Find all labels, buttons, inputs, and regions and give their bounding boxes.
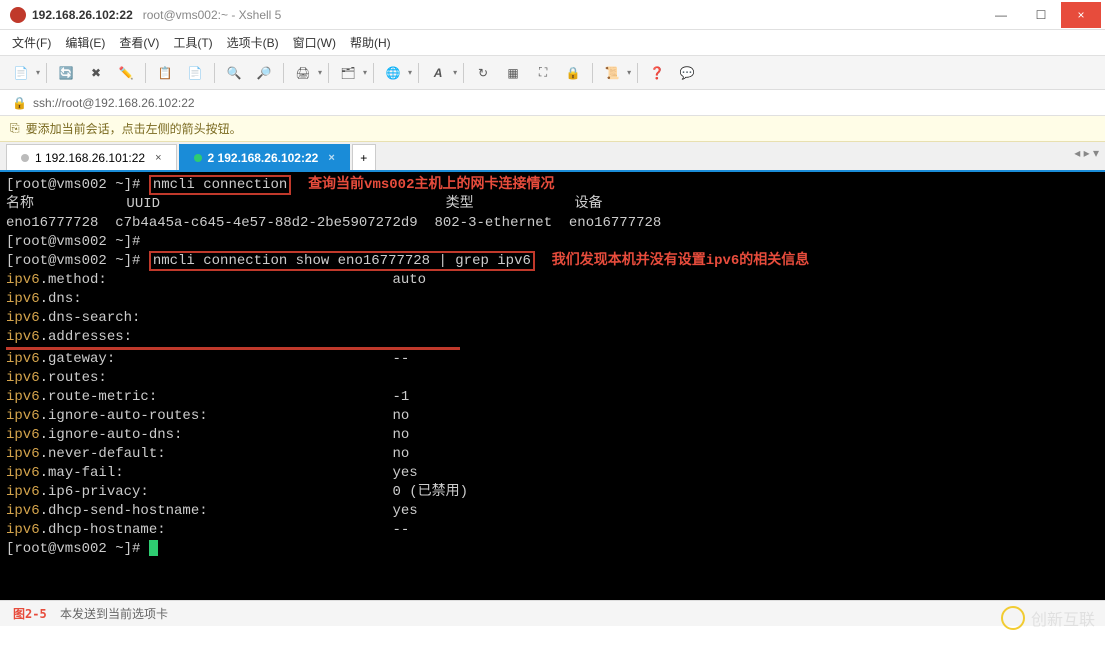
- info-bar: ⎘ 要添加当前会话，点击左侧的箭头按钮。: [0, 116, 1105, 142]
- address-bar: 🔒 ssh://root@192.168.26.102:22: [0, 90, 1105, 116]
- tab-status-dot-icon: [21, 154, 29, 162]
- menu-tools[interactable]: 工具(T): [173, 34, 212, 51]
- copy-icon[interactable]: 📋: [152, 60, 178, 86]
- app-logo-icon: [10, 7, 26, 23]
- script-icon[interactable]: 📜: [599, 60, 625, 86]
- window-close-button[interactable]: ×: [1061, 2, 1101, 28]
- tab-close-icon[interactable]: ×: [328, 152, 334, 164]
- info-arrow-icon[interactable]: ⎘: [10, 121, 20, 136]
- reconnect-icon[interactable]: 🔄: [53, 60, 79, 86]
- address-lock-icon: 🔒: [12, 96, 27, 110]
- tab-session-2[interactable]: 2 192.168.26.102:22 ×: [179, 144, 350, 170]
- figure-label: 图2-5: [13, 605, 47, 622]
- info-text: 要添加当前会话，点击左侧的箭头按钮。: [26, 120, 242, 137]
- window-minimize-button[interactable]: —: [981, 2, 1021, 28]
- terminal-output[interactable]: [root@vms002 ~]# nmcli connection 查询当前vm…: [0, 172, 1105, 600]
- find-icon[interactable]: 🔍: [221, 60, 247, 86]
- tab-label: 1 192.168.26.101:22: [35, 151, 145, 165]
- paste-icon[interactable]: 📄: [182, 60, 208, 86]
- window-title-session: root@vms002:~ - Xshell 5: [143, 8, 282, 22]
- menu-window[interactable]: 窗口(W): [293, 34, 336, 51]
- menu-view[interactable]: 查看(V): [119, 34, 159, 51]
- address-url[interactable]: ssh://root@192.168.26.102:22: [33, 96, 195, 110]
- status-bar: 图2-5 本发送到当前选项卡: [0, 600, 1105, 626]
- refresh-icon[interactable]: ↻: [470, 60, 496, 86]
- menu-tabs[interactable]: 选项卡(B): [227, 34, 279, 51]
- window-title-host: 192.168.26.102:22: [32, 8, 133, 22]
- window-maximize-button[interactable]: ☐: [1021, 2, 1061, 28]
- session-tabbar: 1 192.168.26.101:22 × 2 192.168.26.102:2…: [0, 142, 1105, 172]
- highlight-icon[interactable]: ✏️: [113, 60, 139, 86]
- lock-icon[interactable]: 🔒: [560, 60, 586, 86]
- menu-file[interactable]: 文件(F): [12, 34, 51, 51]
- print-icon[interactable]: 🖨: [290, 60, 316, 86]
- tab-session-1[interactable]: 1 192.168.26.101:22 ×: [6, 144, 177, 170]
- tab-label: 2 192.168.26.102:22: [208, 151, 319, 165]
- globe-icon[interactable]: 🌐: [380, 60, 406, 86]
- disconnect-icon[interactable]: ✖: [83, 60, 109, 86]
- tab-add-button[interactable]: +: [352, 144, 376, 170]
- window-titlebar: 192.168.26.102:22 root@vms002:~ - Xshell…: [0, 0, 1105, 30]
- chat-icon[interactable]: 💬: [674, 60, 700, 86]
- properties-icon[interactable]: 🗂: [335, 60, 361, 86]
- new-session-icon[interactable]: 📄: [8, 60, 34, 86]
- fullscreen-icon[interactable]: ⛶: [530, 60, 556, 86]
- tab-nav-arrows[interactable]: ◂ ▸ ▾: [1074, 146, 1099, 160]
- menu-help[interactable]: 帮助(H): [350, 34, 391, 51]
- tab-status-dot-icon: [194, 154, 202, 162]
- status-text: 本发送到当前选项卡: [60, 605, 168, 622]
- tab-close-icon[interactable]: ×: [155, 152, 161, 164]
- menu-bar: 文件(F) 编辑(E) 查看(V) 工具(T) 选项卡(B) 窗口(W) 帮助(…: [0, 30, 1105, 56]
- watermark: 创新互联: [1001, 606, 1095, 630]
- tile-icon[interactable]: ▦: [500, 60, 526, 86]
- font-icon[interactable]: A: [425, 60, 451, 86]
- watermark-text: 创新互联: [1031, 606, 1095, 630]
- zoom-icon[interactable]: 🔎: [251, 60, 277, 86]
- menu-edit[interactable]: 编辑(E): [65, 34, 105, 51]
- watermark-logo-icon: [1001, 606, 1025, 630]
- help-icon[interactable]: ❓: [644, 60, 670, 86]
- toolbar: 📄▾ 🔄 ✖ ✏️ 📋 📄 🔍 🔎 🖨▾ 🗂▾ 🌐▾ A▾ ↻ ▦ ⛶ 🔒 📜▾…: [0, 56, 1105, 90]
